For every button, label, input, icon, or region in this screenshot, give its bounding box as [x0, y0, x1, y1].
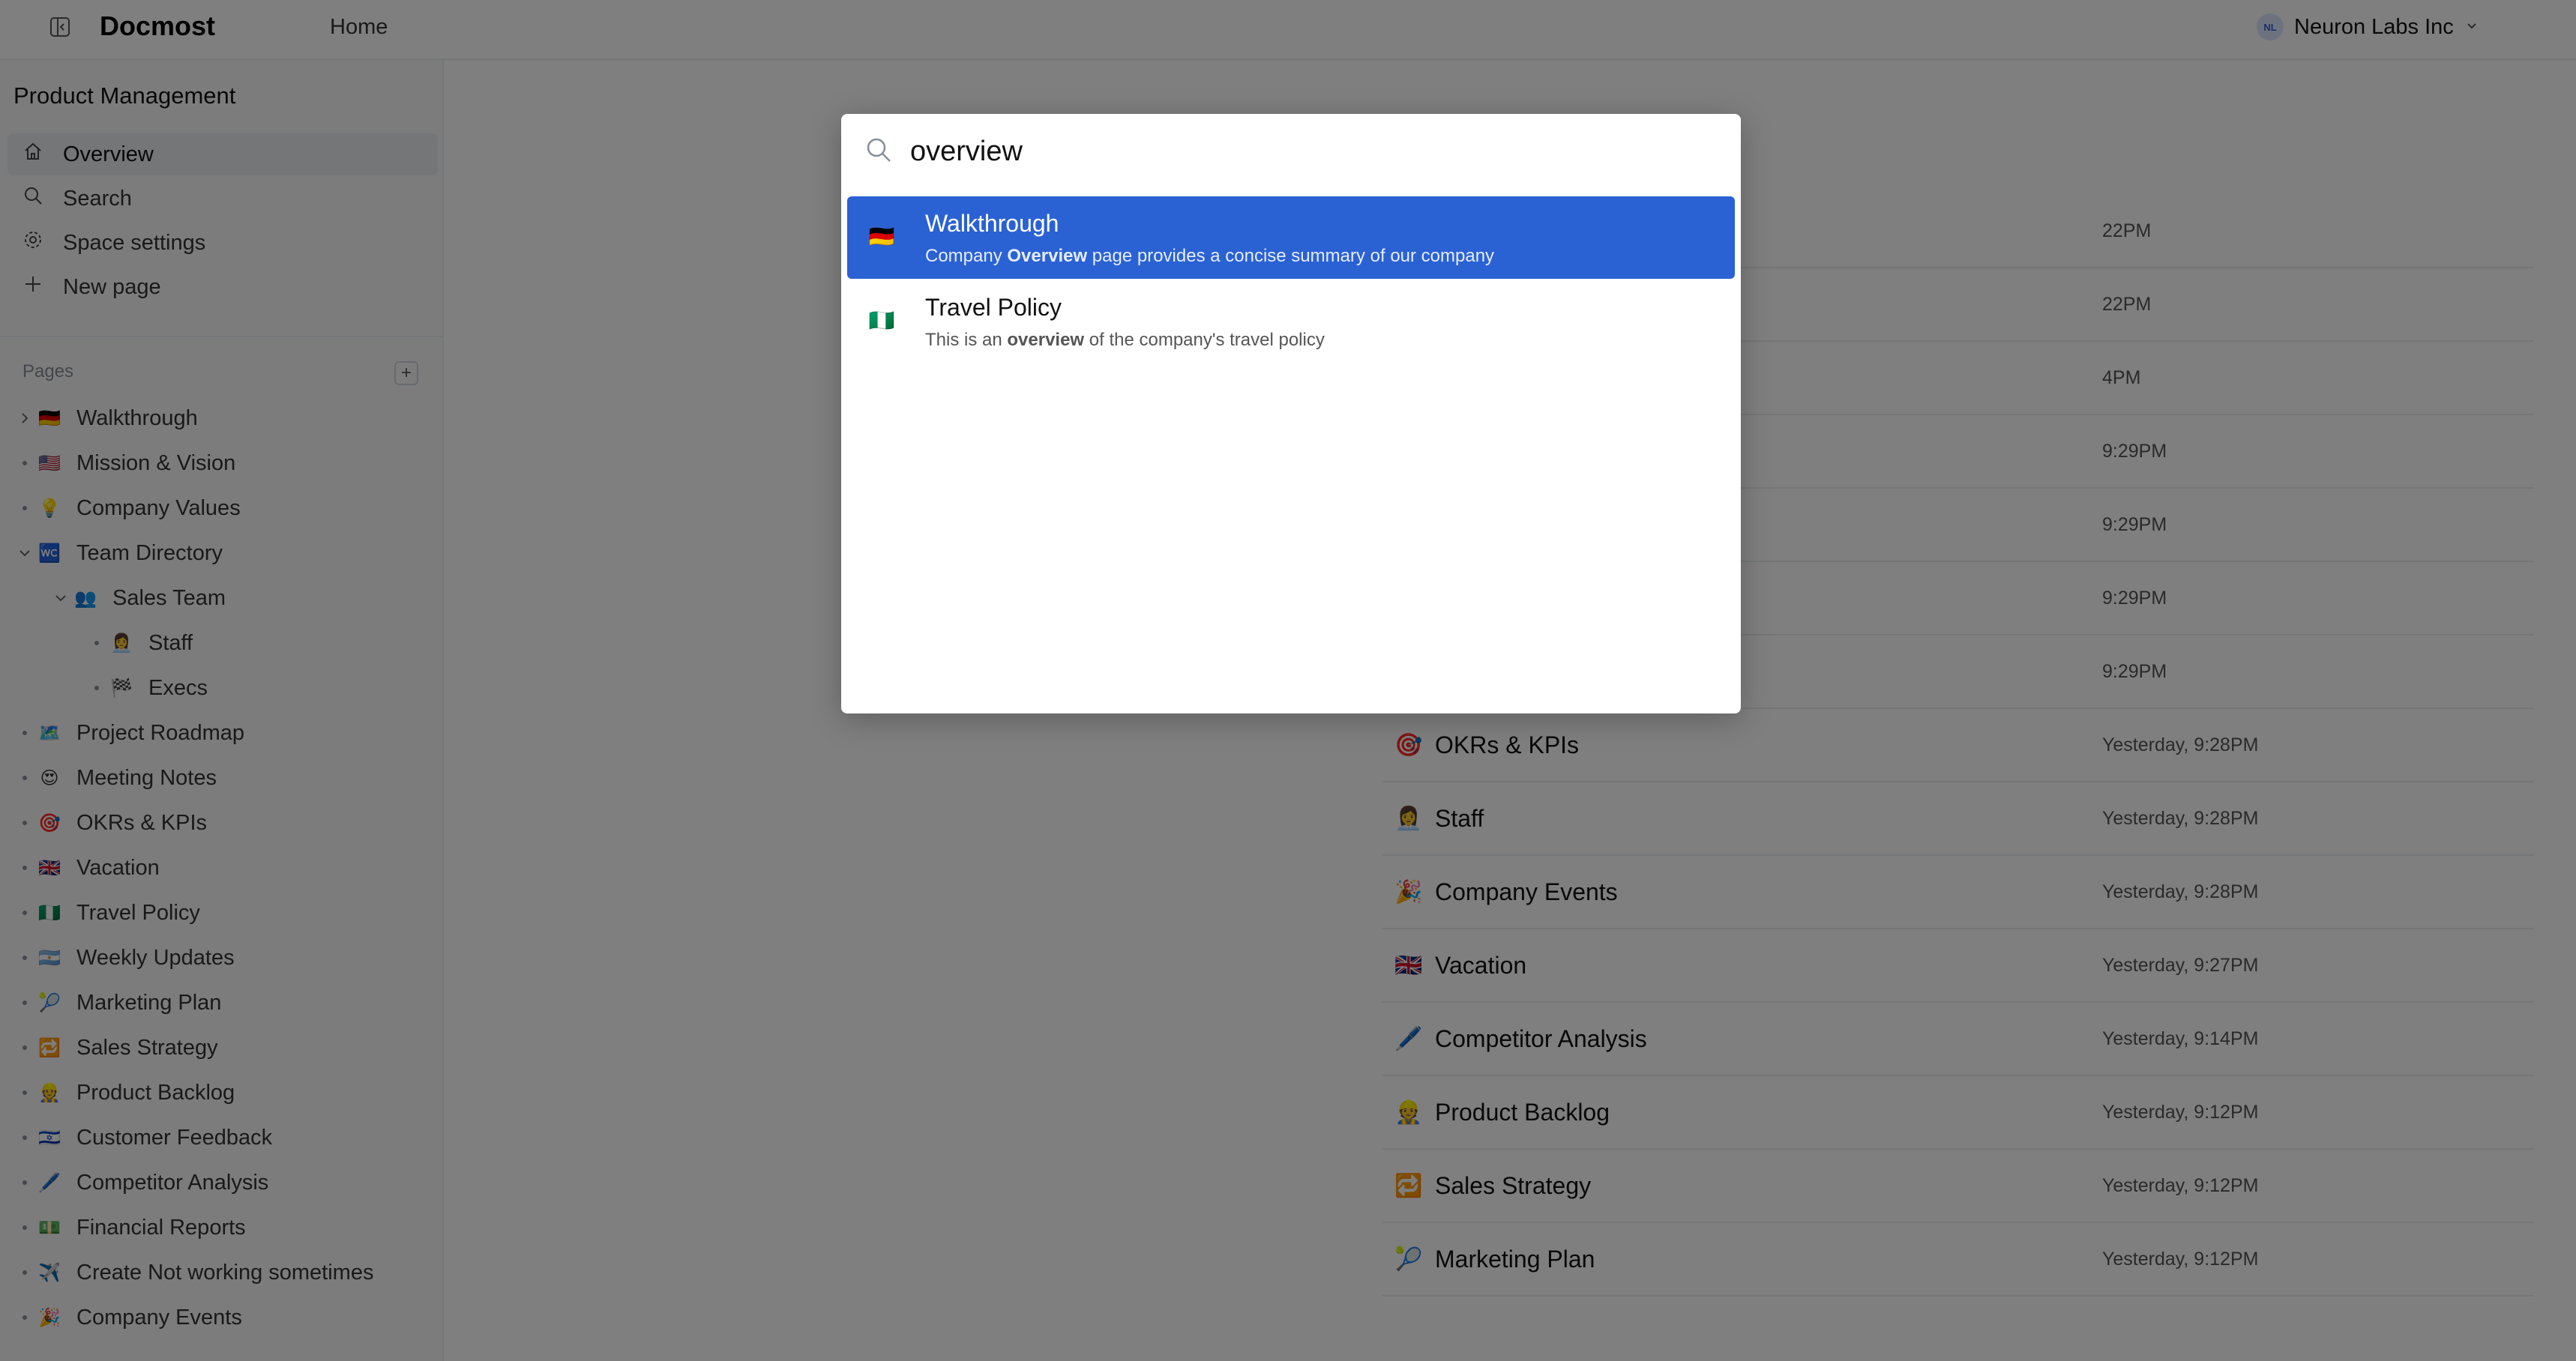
snippet-highlight: Overview [1007, 246, 1088, 266]
page-emoji-icon: 🇳🇬 [868, 308, 895, 332]
search-result-item[interactable]: 🇩🇪 Walkthrough Company Overview page provi… [847, 196, 1735, 279]
search-result-item[interactable]: 🇳🇬 Travel Policy This is an overview of th… [847, 280, 1735, 363]
page-emoji-icon: 🇩🇪 [868, 224, 895, 248]
search-result-snippet: Company Overview page provides a concise… [925, 246, 1494, 267]
snippet-text: page provides a concise summary of our c… [1087, 246, 1495, 266]
search-icon [864, 135, 894, 165]
snippet-highlight: overview [1007, 330, 1085, 350]
snippet-text: of the company's travel policy [1084, 330, 1325, 350]
search-result-snippet: This is an overview of the company's tra… [925, 330, 1325, 351]
search-result-title: Walkthrough [925, 210, 1059, 237]
search-bar [841, 114, 1741, 189]
search-result-title: Travel Policy [925, 294, 1062, 321]
search-results: 🇩🇪 Walkthrough Company Overview page provi… [847, 196, 1735, 364]
snippet-text: This is an [925, 330, 1008, 350]
search-input[interactable] [910, 130, 1720, 172]
snippet-text: Company [925, 246, 1008, 266]
search-spotlight-modal: 🇩🇪 Walkthrough Company Overview page provi… [841, 114, 1741, 713]
